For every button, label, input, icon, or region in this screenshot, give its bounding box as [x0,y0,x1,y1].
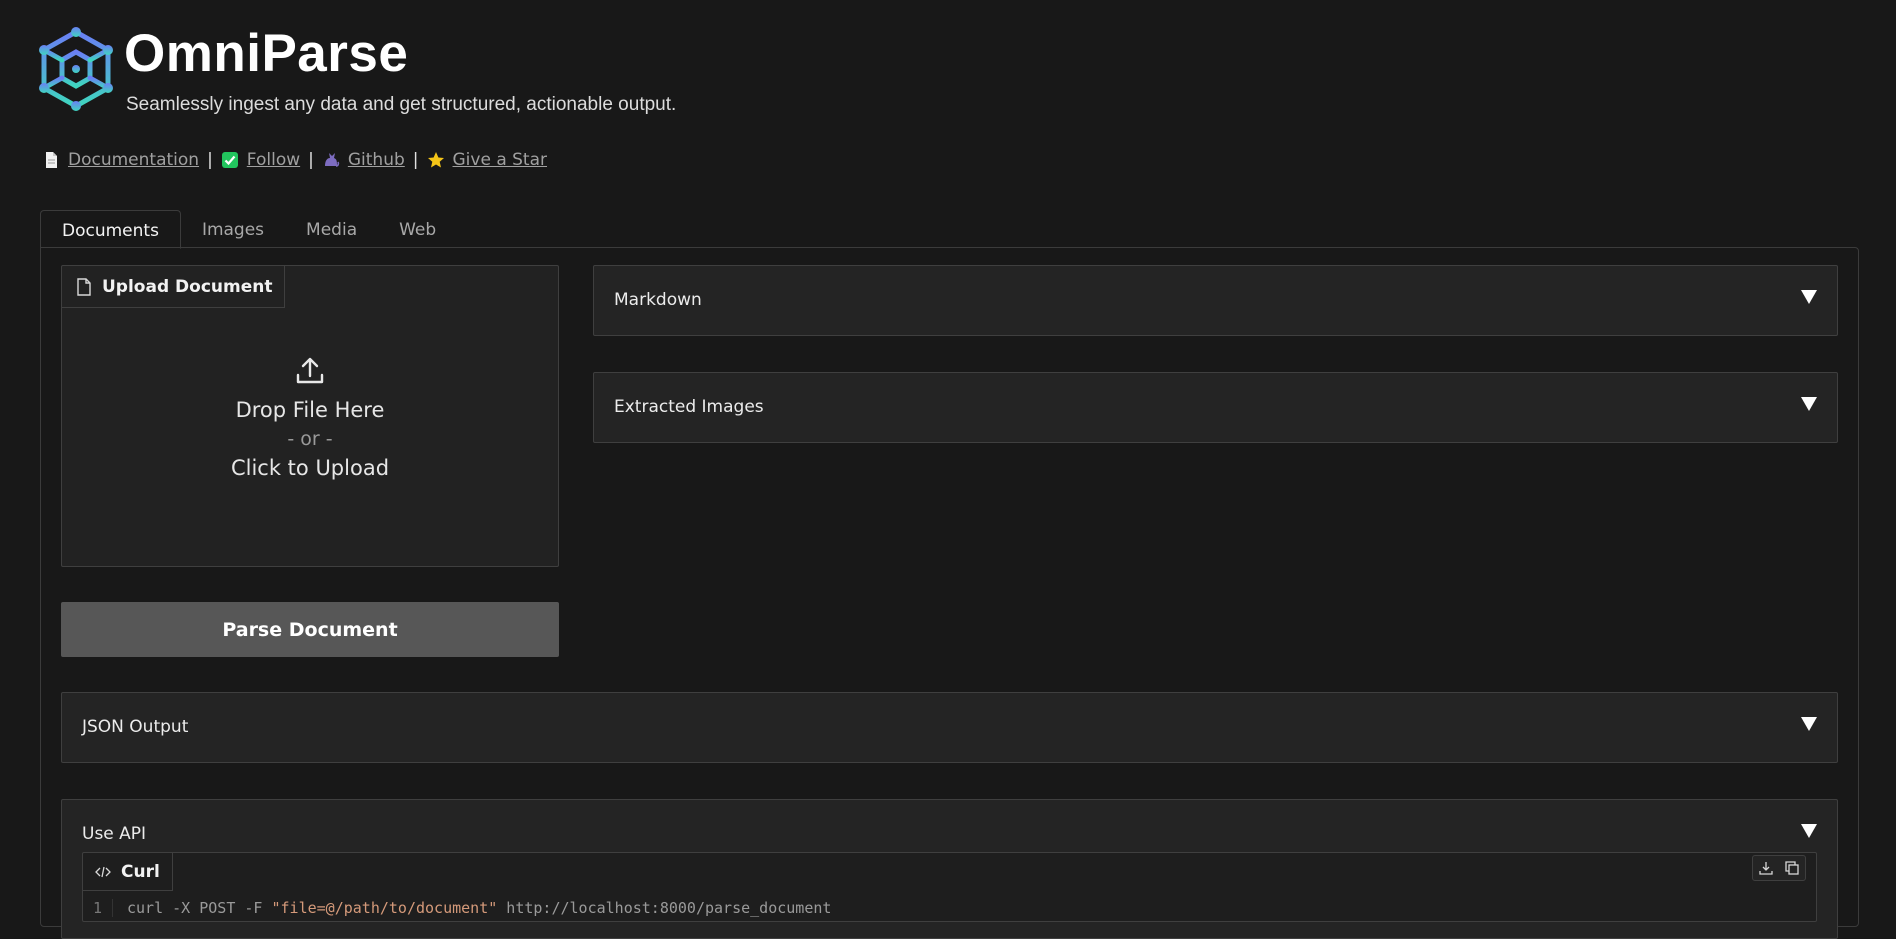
tab-media[interactable]: Media [285,210,378,248]
download-icon [1759,862,1773,875]
curl-code-block: Curl 1 curl -X POST -F "file=@/path/to/do… [82,852,1817,922]
curl-label-text: Curl [121,861,160,882]
code-command-start: curl -X POST -F [127,899,272,917]
follow-link[interactable]: Follow [247,150,300,170]
caret-down-icon [1801,717,1817,731]
extracted-images-accordion-title: Extracted Images [614,397,764,417]
tab-bar: Documents Images Media Web [40,210,457,249]
tab-web[interactable]: Web [378,210,457,248]
github-link[interactable]: Github [348,150,405,170]
curl-code-label: Curl [83,853,173,891]
checkmark-icon [221,152,238,168]
tab-documents[interactable]: Documents [40,210,181,249]
copy-icon [1785,861,1799,875]
caret-down-icon [1801,824,1817,838]
code-command-string: "file=@/path/to/document" [271,899,498,917]
links-row: Documentation | Follow | Github | Give a… [42,150,547,170]
link-separator: | [308,150,314,170]
documentation-link[interactable]: Documentation [68,150,199,170]
code-command-end: http://localhost:8000/parse_document [497,899,832,917]
link-follow-group: Follow [221,150,300,170]
app-title: OmniParse [124,24,409,83]
app-header: OmniParse Seamlessly ingest any data and… [38,26,676,116]
omniparse-logo-icon [39,27,113,111]
document-icon [46,152,57,168]
tab-images[interactable]: Images [181,210,285,248]
json-output-accordion-title: JSON Output [82,717,189,737]
link-separator: | [207,150,213,170]
link-github-group: Github [322,150,405,170]
or-text: - or - [287,428,333,450]
upload-icon [296,357,324,384]
upload-document-label: Upload Document [62,266,286,308]
star-icon [427,152,444,168]
link-separator: | [412,150,419,170]
code-icon [95,866,111,877]
app-subtitle: Seamlessly ingest any data and get struc… [126,94,677,115]
json-output-accordion[interactable]: JSON Output [61,692,1838,763]
drop-file-text: Drop File Here [235,398,385,422]
file-icon [77,277,91,296]
markdown-accordion-title: Markdown [614,290,702,310]
line-number: 1 [83,899,113,917]
link-star-group: Give a Star [427,150,548,170]
download-button[interactable] [1753,856,1779,880]
parse-document-button[interactable]: Parse Document [61,602,559,657]
link-documentation-group: Documentation [42,150,199,170]
give-a-star-link[interactable]: Give a Star [453,150,548,170]
copy-button[interactable] [1779,856,1805,880]
code-line: 1 curl -X POST -F "file=@/path/to/documen… [83,899,831,917]
markdown-accordion[interactable]: Markdown [593,265,1838,336]
upload-document-dropzone[interactable]: Upload Document Drop File Here - or - Cl… [61,265,559,567]
code-actions [1752,855,1806,881]
click-to-upload-text: Click to Upload [230,456,390,480]
cat-icon [324,153,340,167]
caret-down-icon [1801,397,1817,411]
extracted-images-accordion[interactable]: Extracted Images [593,372,1838,443]
drop-area[interactable]: Drop File Here - or - Click to Upload [62,356,558,480]
caret-down-icon [1801,290,1817,304]
upload-document-label-text: Upload Document [102,276,273,297]
